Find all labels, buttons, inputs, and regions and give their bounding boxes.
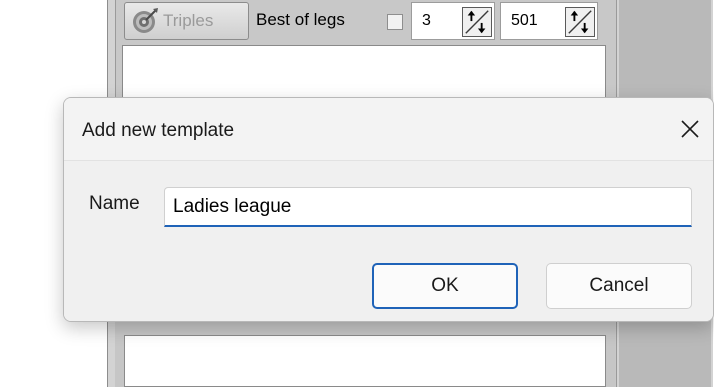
close-button[interactable]: [667, 106, 713, 152]
background-lower-panel: [124, 335, 606, 387]
name-label: Name: [89, 193, 140, 214]
dialog-body: Name OK Cancel: [64, 160, 713, 321]
starting-score-value: 501: [511, 12, 538, 29]
best-of-legs-checkbox[interactable]: [387, 14, 403, 30]
spinner-arrows-icon[interactable]: [565, 7, 595, 37]
starting-score-field[interactable]: 501: [500, 2, 598, 40]
dialog-title: Add new template: [82, 120, 235, 141]
legs-count-field[interactable]: 3: [411, 2, 495, 40]
close-icon: [681, 120, 699, 138]
triples-button[interactable]: Triples: [124, 2, 249, 40]
screen: Triples Best of legs 3 501 Add new templ…: [0, 0, 714, 387]
name-input[interactable]: [164, 187, 692, 227]
ok-button[interactable]: OK: [372, 263, 518, 309]
dartboard-icon: [133, 8, 158, 33]
best-of-legs-label: Best of legs: [256, 10, 345, 29]
triples-button-label: Triples: [163, 11, 214, 30]
add-template-dialog: Add new template Name OK Cancel: [63, 97, 714, 322]
dialog-titlebar[interactable]: Add new template: [64, 98, 713, 160]
legs-count-value: 3: [422, 12, 431, 29]
cancel-button[interactable]: Cancel: [546, 263, 692, 309]
spinner-arrows-icon[interactable]: [462, 7, 492, 37]
